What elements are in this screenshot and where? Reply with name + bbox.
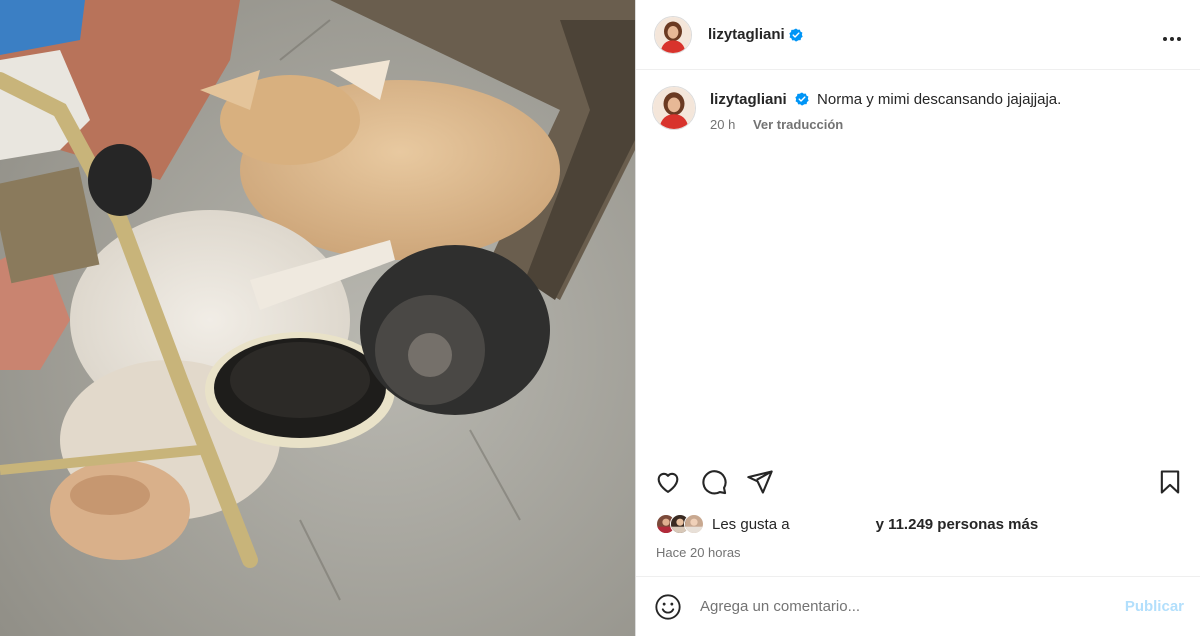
avatar-image — [653, 87, 695, 129]
see-translation-link[interactable]: Ver traducción — [753, 117, 843, 132]
more-options-button[interactable] — [1162, 24, 1182, 46]
caption-body: lizytagliani Norma y mimi descansando ja… — [710, 86, 1061, 132]
avatar-image — [655, 16, 691, 53]
caption-username[interactable]: lizytagliani — [710, 91, 787, 108]
caption-content: Norma y mimi descansando jajajjaja. — [817, 91, 1062, 108]
liker-avatars — [656, 514, 704, 534]
caption-age: 20 h — [710, 117, 736, 132]
verified-badge-icon — [795, 92, 809, 106]
post-photo — [0, 0, 635, 636]
likes-summary[interactable]: Les gusta a y 11.249 personas más — [656, 514, 1038, 534]
post-caption: lizytagliani Norma y mimi descansando ja… — [636, 70, 1200, 132]
emoji-icon — [655, 593, 681, 620]
instagram-post-modal: lizytagliani lizytagliani Norma y mimi d… — [0, 0, 1200, 636]
share-icon — [747, 470, 773, 494]
likes-count-text: y 11.249 personas más — [875, 515, 1039, 533]
caption-meta: 20 h Ver traducción — [710, 117, 1061, 132]
comment-input[interactable] — [700, 598, 1125, 615]
comment-button[interactable] — [700, 468, 728, 496]
publish-button[interactable]: Publicar — [1125, 598, 1184, 615]
verified-badge-icon — [789, 27, 803, 42]
post-timestamp: Hace 20 horas — [656, 545, 741, 560]
comment-icon — [702, 470, 727, 495]
post-actions — [654, 466, 1184, 498]
caption-text: lizytagliani Norma y mimi descansando ja… — [710, 90, 1061, 110]
share-button[interactable] — [746, 468, 774, 496]
liker-avatar — [684, 514, 704, 534]
caption-avatar[interactable] — [652, 86, 696, 130]
comment-composer: Publicar — [636, 576, 1200, 636]
photo-dogs-resting — [0, 0, 635, 636]
likes-prefix: Les gusta a — [712, 515, 790, 533]
save-button[interactable] — [1156, 468, 1184, 496]
author-avatar[interactable] — [654, 15, 692, 54]
like-button[interactable] — [654, 468, 682, 496]
emoji-button[interactable] — [654, 593, 682, 621]
post-header: lizytagliani — [636, 0, 1200, 70]
more-horizontal-icon — [1163, 36, 1181, 41]
bookmark-icon — [1160, 470, 1180, 494]
post-side-panel: lizytagliani lizytagliani Norma y mimi d… — [635, 0, 1200, 636]
author-username[interactable]: lizytagliani — [708, 26, 785, 43]
heart-icon — [657, 472, 679, 493]
